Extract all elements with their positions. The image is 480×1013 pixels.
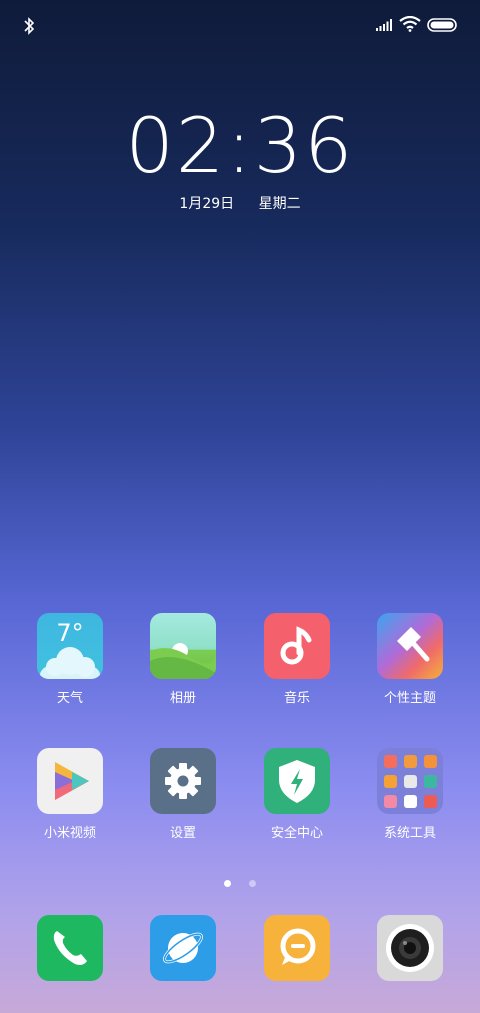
app-label: 小米视频	[43, 826, 96, 841]
app-label: 相册	[169, 691, 196, 706]
play-icon	[37, 748, 103, 814]
message-bubble-icon	[264, 915, 330, 981]
browser-icon	[150, 915, 216, 981]
phone-icon	[37, 915, 103, 981]
dock-camera[interactable]	[360, 915, 460, 981]
app-settings[interactable]: 设置	[133, 748, 233, 841]
date-line: 1月29日 星期二	[0, 193, 480, 213]
app-security[interactable]: 安全中心	[247, 748, 347, 841]
gear-icon	[150, 748, 216, 814]
app-label: 安全中心	[270, 826, 323, 841]
signal-icon	[376, 19, 392, 31]
app-folder-system-tools[interactable]: 系统工具	[360, 748, 460, 841]
shield-icon	[264, 748, 330, 814]
app-label: 天气	[56, 691, 83, 706]
dock-browser[interactable]	[133, 915, 233, 981]
music-icon	[264, 613, 330, 679]
app-gallery[interactable]: 相册	[133, 613, 233, 706]
app-label: 设置	[169, 826, 196, 841]
paintbrush-icon	[377, 613, 443, 679]
gallery-icon	[150, 613, 216, 679]
page-dot-active[interactable]	[224, 880, 232, 887]
dock-phone[interactable]	[20, 915, 120, 981]
app-mi-video[interactable]: 小米视频	[20, 748, 120, 841]
wifi-icon	[399, 16, 421, 32]
app-label: 个性主题	[383, 691, 436, 706]
folder-icon	[377, 748, 443, 814]
weather-icon: 7°	[37, 613, 103, 679]
camera-icon	[377, 915, 443, 981]
app-label: 音乐	[283, 691, 310, 706]
weekday-text: 星期二	[258, 196, 301, 212]
clock: 02:36	[125, 101, 355, 190]
app-music[interactable]: 音乐	[247, 613, 347, 706]
app-themes[interactable]: 个性主题	[360, 613, 460, 706]
battery-icon	[427, 18, 457, 32]
bluetooth-icon	[24, 17, 35, 35]
status-bar	[0, 0, 480, 50]
cloud-icon	[40, 647, 100, 679]
page-indicator[interactable]	[0, 872, 480, 891]
date-text: 1月29日	[179, 196, 235, 212]
app-label: 系统工具	[383, 826, 436, 841]
app-weather[interactable]: 7° 天气	[20, 613, 120, 706]
page-dot[interactable]	[248, 880, 256, 887]
dock-messages[interactable]	[247, 915, 347, 981]
